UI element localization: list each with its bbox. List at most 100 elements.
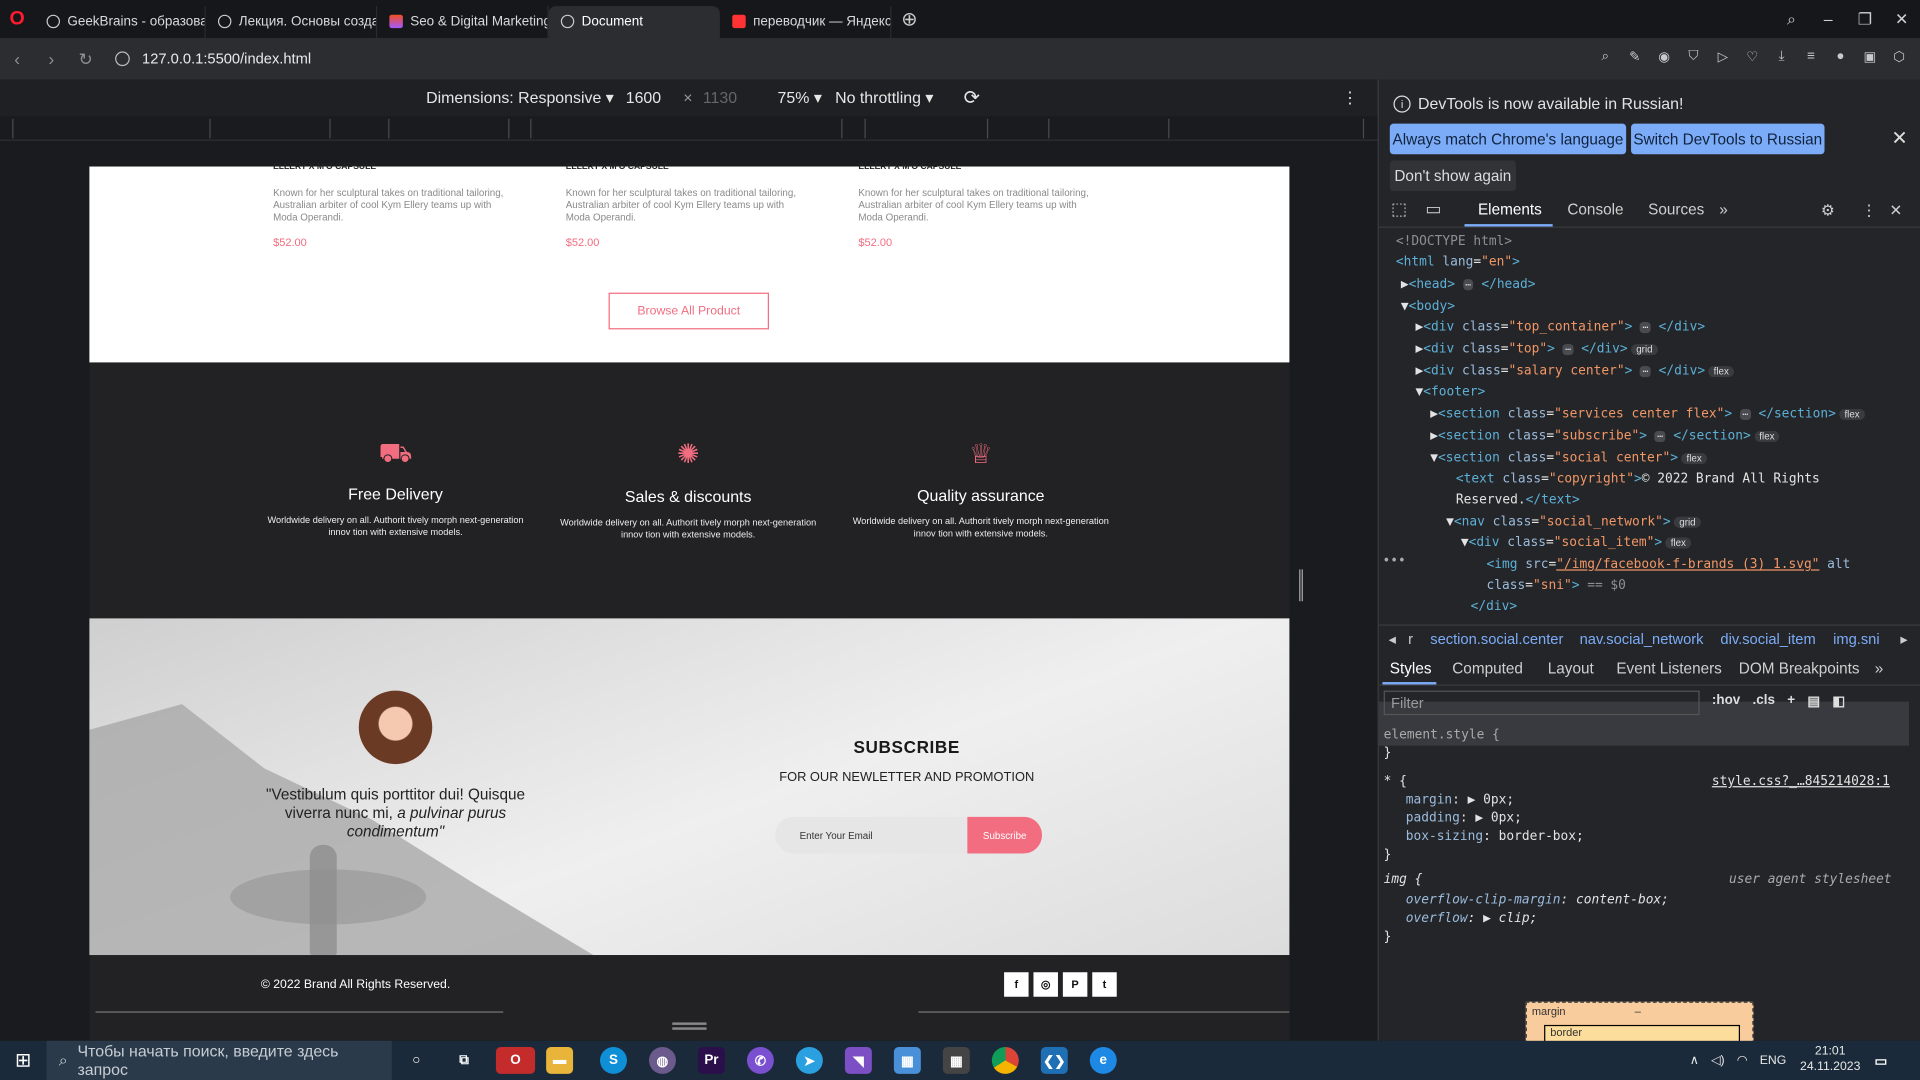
browse-all-button[interactable]: Browse All Product: [608, 292, 769, 330]
dom-node[interactable]: ▶<section class="subscribe"> ⋯ </section…: [1430, 429, 1780, 443]
taskbar-search[interactable]: ⌕ Чтобы начать поиск, введите здесь запро…: [46, 1040, 392, 1080]
calculator-icon[interactable]: ▦: [942, 1046, 970, 1074]
close-icon[interactable]: ✕: [1883, 0, 1920, 38]
tab-yandex[interactable]: переводчик — Яндекс: н: [720, 5, 892, 38]
crumb[interactable]: section.social.center: [1430, 631, 1563, 648]
edit-icon[interactable]: ✎: [1626, 48, 1643, 65]
dom-node[interactable]: <html lang="en">: [1396, 255, 1520, 270]
height-input[interactable]: 1130: [703, 88, 737, 106]
heart-icon[interactable]: ♡: [1744, 48, 1761, 65]
tab-computed[interactable]: Computed: [1452, 660, 1523, 677]
style-source-link[interactable]: style.css?_…845214028:1: [1712, 773, 1890, 791]
dom-node[interactable]: ▼<body>: [1401, 299, 1455, 314]
windows-start-icon[interactable]: ⊞: [0, 1048, 47, 1072]
dom-node[interactable]: ▶<div class="salary center"> ⋯ </div> fle…: [1416, 364, 1734, 378]
visual-studio-icon[interactable]: ◥: [844, 1046, 872, 1074]
dont-show-again-button[interactable]: Don't show again: [1389, 160, 1516, 192]
language-indicator[interactable]: ENG: [1760, 1054, 1787, 1067]
profile-icon[interactable]: ●: [1832, 48, 1849, 65]
throttling-select[interactable]: No throttling ▾: [835, 88, 933, 108]
reload-icon[interactable]: ↻: [69, 48, 103, 69]
more-options-icon[interactable]: ⋮: [1342, 88, 1358, 108]
crumb[interactable]: r: [1408, 631, 1413, 648]
product-card[interactable]: ELLERY X M'O CAPSULE Known for her sculp…: [566, 163, 811, 249]
device-toggle-icon[interactable]: ▭: [1425, 198, 1441, 219]
minimize-icon[interactable]: –: [1810, 0, 1847, 38]
dom-node[interactable]: ▶<section class="services center flex"> …: [1430, 407, 1865, 421]
dom-node[interactable]: <text class="copyright">© 2022 Brand All…: [1456, 471, 1820, 486]
node-menu-icon[interactable]: •••: [1382, 553, 1405, 568]
resize-handle-right[interactable]: [1299, 569, 1303, 602]
email-input[interactable]: Enter Your Email: [775, 816, 968, 854]
facebook-icon[interactable]: f: [1004, 972, 1029, 997]
dom-node-selected[interactable]: <img src="/img/facebook-f-brands (3) 1.s…: [1487, 557, 1851, 572]
chrome-icon[interactable]: [991, 1046, 1019, 1074]
telegram-icon[interactable]: ➤: [795, 1046, 823, 1074]
styles-filter-input[interactable]: Filter: [1383, 690, 1700, 716]
shield-icon[interactable]: ⛉: [1685, 48, 1702, 65]
site-info-icon[interactable]: [115, 51, 130, 67]
notifications-icon[interactable]: ▭: [1867, 1047, 1894, 1074]
extension-icon[interactable]: ▣: [1861, 48, 1878, 65]
tab-event-listeners[interactable]: Event Listeners: [1616, 660, 1722, 677]
sidebar-toggle-icon[interactable]: ◧: [1832, 693, 1845, 709]
zoom-select[interactable]: 75% ▾: [778, 88, 822, 108]
tab-geekbrains[interactable]: GeekBrains - образовате: [34, 5, 206, 38]
explorer-icon[interactable]: ▬: [546, 1046, 574, 1074]
cortana-icon[interactable]: ○: [403, 1047, 430, 1074]
dom-node[interactable]: ▼<section class="social center"> flex: [1430, 451, 1707, 465]
task-view-icon[interactable]: ⧉: [451, 1047, 478, 1074]
crumb-right-icon[interactable]: ▸: [1900, 631, 1907, 648]
dom-node[interactable]: ▼<div class="social_item"> flex: [1461, 535, 1691, 550]
new-rule-icon[interactable]: +: [1787, 693, 1795, 709]
forward-icon[interactable]: ›: [34, 49, 68, 69]
tab-elements[interactable]: Elements: [1478, 201, 1542, 218]
restore-icon[interactable]: ❐: [1847, 0, 1884, 38]
width-input[interactable]: 1600: [626, 88, 661, 106]
tab-dom-breakpoints[interactable]: DOM Breakpoints: [1739, 660, 1860, 677]
camera-icon[interactable]: ◉: [1656, 48, 1673, 65]
opera-taskbar-icon[interactable]: O: [495, 1046, 536, 1074]
tab-styles[interactable]: Styles: [1390, 660, 1432, 677]
tray-expand-icon[interactable]: ∧: [1690, 1054, 1699, 1067]
paint-icon[interactable]: ▤: [1807, 693, 1820, 709]
dom-node[interactable]: ▼<footer>: [1416, 384, 1486, 399]
tab-layout[interactable]: Layout: [1548, 660, 1594, 677]
crumb[interactable]: div.social_item: [1720, 631, 1815, 648]
search-icon[interactable]: ⌕: [1597, 48, 1614, 65]
premiere-icon[interactable]: Pr: [697, 1046, 725, 1074]
edge-icon[interactable]: e: [1089, 1046, 1117, 1074]
play-icon[interactable]: ▷: [1714, 48, 1731, 65]
viber-icon[interactable]: ✆: [746, 1046, 774, 1074]
skype-icon[interactable]: S: [600, 1046, 627, 1074]
twitter-icon[interactable]: t: [1092, 972, 1117, 997]
dom-node[interactable]: ▶<head> ⋯ </head>: [1401, 277, 1536, 292]
menu-icon[interactable]: ≡: [1802, 48, 1819, 65]
tab-seo[interactable]: Seo & Digital Marketing L: [377, 5, 549, 38]
crumb[interactable]: nav.social_network: [1580, 631, 1704, 648]
calculator-blue-icon[interactable]: ▦: [893, 1046, 921, 1074]
rotate-icon[interactable]: ⟳: [964, 86, 980, 110]
app-icon[interactable]: ◍: [648, 1046, 676, 1074]
crumb-left-icon[interactable]: ◂: [1389, 631, 1396, 648]
more-icon[interactable]: ⋮: [1861, 201, 1876, 219]
volume-icon[interactable]: ◁): [1711, 1054, 1725, 1067]
opera-logo-icon[interactable]: O: [0, 0, 34, 38]
dimensions-select[interactable]: Dimensions: Responsive ▾: [426, 88, 614, 108]
close-devtools-icon[interactable]: ✕: [1889, 201, 1902, 219]
search-tabs-icon[interactable]: ⌕: [1773, 0, 1810, 38]
tab-document[interactable]: Document: [548, 5, 721, 38]
product-card[interactable]: ELLERY X M'O CAPSULE Known for her sculp…: [273, 163, 518, 249]
tab-sources[interactable]: Sources: [1648, 201, 1704, 218]
new-tab-plus-icon[interactable]: ⊕: [901, 7, 917, 31]
url-field[interactable]: 127.0.0.1:5500/index.html: [115, 50, 311, 67]
hov-toggle[interactable]: :hov: [1712, 693, 1740, 709]
dom-node[interactable]: ▶<div class="top_container"> ⋯ </div>: [1416, 320, 1706, 335]
product-card[interactable]: ELLERY X M'O CAPSULE Known for her sculp…: [858, 163, 1103, 249]
wifi-icon[interactable]: ◠: [1737, 1054, 1748, 1067]
crumb[interactable]: img.sni: [1833, 631, 1880, 648]
cube-icon[interactable]: ⬡: [1891, 48, 1908, 65]
subscribe-button[interactable]: Subscribe: [967, 816, 1043, 854]
tab-lecture[interactable]: Лекция. Основы создани: [206, 5, 378, 38]
inspect-icon[interactable]: ⬚: [1391, 198, 1407, 219]
